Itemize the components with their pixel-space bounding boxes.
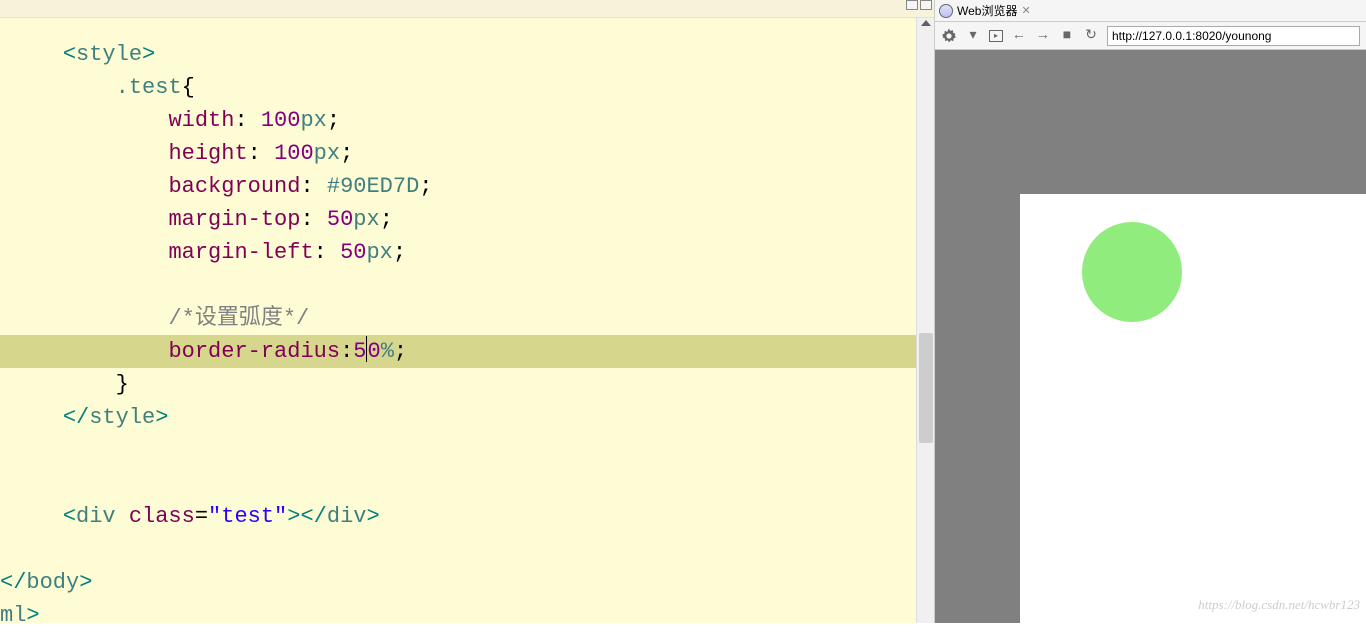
browser-tab-bar: Web浏览器 ✕ <box>935 0 1366 22</box>
code-line-blank3 <box>0 467 934 500</box>
url-input[interactable] <box>1107 26 1360 46</box>
code-line-10: } <box>0 368 934 401</box>
code-editor-panel: <style> .test{ width: 100px; height: 100… <box>0 0 935 623</box>
window-controls <box>906 0 932 10</box>
code-line-5: background: #90ED7D; <box>0 170 934 203</box>
editor-top-strip <box>0 0 934 18</box>
dropdown-icon[interactable]: ▾ <box>965 28 981 44</box>
globe-icon <box>939 4 953 18</box>
code-line-12: <div class="test"></div> <box>0 500 934 533</box>
gear-icon[interactable] <box>941 28 957 44</box>
browser-toolbar: ▾ ▸ ← → ■ ↻ <box>935 22 1366 50</box>
watermark-text: https://blog.csdn.net/hcwbr123 <box>1198 597 1360 613</box>
minimize-icon[interactable] <box>906 0 918 10</box>
code-line-blank4 <box>0 533 934 566</box>
back-icon[interactable]: ← <box>1011 28 1027 44</box>
code-line-blank2 <box>0 434 934 467</box>
browser-panel: Web浏览器 ✕ ▾ ▸ ← → ■ ↻ https://blog.csdn.n… <box>935 0 1366 623</box>
code-line-8: /*设置弧度*/ <box>0 302 934 335</box>
refresh-icon[interactable]: ↻ <box>1083 28 1099 44</box>
maximize-icon[interactable] <box>920 0 932 10</box>
browser-tab-title[interactable]: Web浏览器 <box>957 2 1017 19</box>
editor-scrollbar[interactable] <box>916 18 934 623</box>
code-content[interactable]: <style> .test{ width: 100px; height: 100… <box>0 18 934 632</box>
forward-icon[interactable]: → <box>1035 28 1051 44</box>
code-line-11: </style> <box>0 401 934 434</box>
stop-icon[interactable]: ■ <box>1059 28 1075 44</box>
code-line-4: height: 100px; <box>0 137 934 170</box>
tab-close-icon[interactable]: ✕ <box>1021 4 1030 17</box>
code-line-blank <box>0 269 934 302</box>
code-line-13: </body> <box>0 566 934 599</box>
rendered-page <box>1020 194 1366 623</box>
code-line-2: .test{ <box>0 71 934 104</box>
code-line-3: width: 100px; <box>0 104 934 137</box>
code-line-14: ml> <box>0 599 934 632</box>
console-icon[interactable]: ▸ <box>989 30 1003 42</box>
text-cursor <box>366 336 367 362</box>
browser-viewport: https://blog.csdn.net/hcwbr123 <box>935 50 1366 623</box>
code-line-7: margin-left: 50px; <box>0 236 934 269</box>
scroll-thumb[interactable] <box>919 333 933 443</box>
code-line-1: <style> <box>0 38 934 71</box>
test-circle-div <box>1082 222 1182 322</box>
code-line-9-highlighted: border-radius:50%; <box>0 335 934 368</box>
scroll-up-icon[interactable] <box>921 20 931 26</box>
code-line-6: margin-top: 50px; <box>0 203 934 236</box>
